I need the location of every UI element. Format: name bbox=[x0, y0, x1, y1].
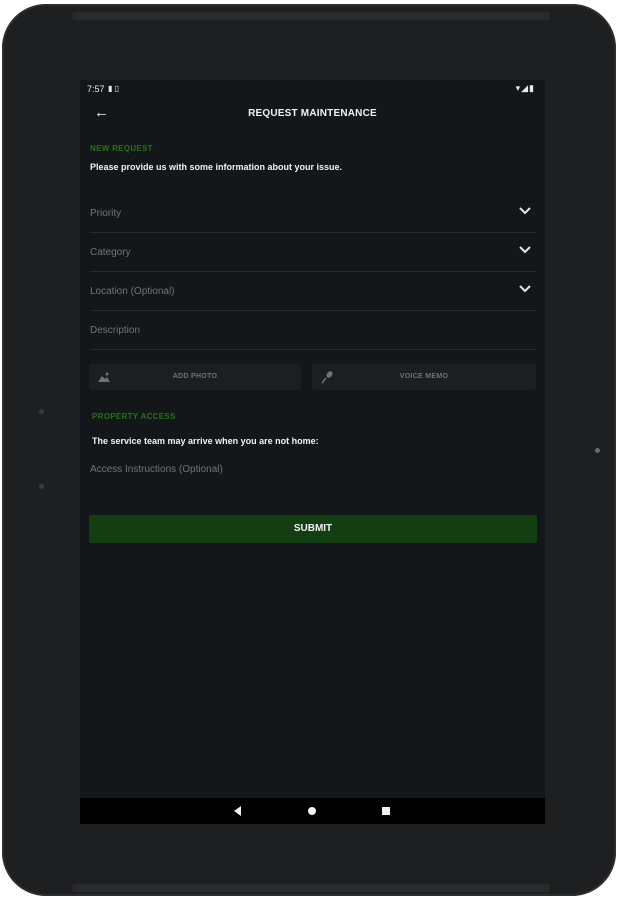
priority-dropdown[interactable]: Priority bbox=[90, 194, 536, 233]
system-nav-bar bbox=[80, 798, 545, 824]
status-bar: 7:57 ▮ ▯ ▾◢▮ bbox=[80, 80, 545, 98]
wifi-signal-battery-icon: ▾◢▮ bbox=[515, 83, 535, 93]
camera-icon bbox=[595, 448, 600, 453]
add-photo-label: ADD PHOTO bbox=[172, 373, 218, 380]
page-title: REQUEST MAINTENANCE bbox=[248, 108, 377, 119]
intro-text: Please provide us with some information … bbox=[90, 162, 343, 172]
property-access-section-label: PROPERTY ACCESS bbox=[92, 412, 176, 421]
add-photo-button[interactable]: ADD PHOTO bbox=[89, 364, 301, 390]
voice-memo-button[interactable]: VOICE MEMO bbox=[312, 364, 536, 390]
chevron-down-icon bbox=[519, 285, 531, 293]
side-sensor-icon bbox=[39, 484, 44, 489]
description-label: Description bbox=[90, 325, 141, 336]
side-sensor-icon bbox=[39, 409, 44, 414]
nav-home-icon[interactable] bbox=[308, 807, 316, 815]
category-label: Category bbox=[90, 247, 131, 258]
app-screen: 7:57 ▮ ▯ ▾◢▮ ← REQUEST MAINTENANCE NEW R… bbox=[80, 80, 545, 824]
nav-back-icon[interactable] bbox=[232, 805, 244, 817]
voice-memo-label: VOICE MEMO bbox=[399, 373, 449, 380]
new-request-section-label: NEW REQUEST bbox=[90, 144, 153, 153]
access-instructions-input[interactable]: Access Instructions (Optional) bbox=[90, 458, 536, 478]
tablet-frame: 7:57 ▮ ▯ ▾◢▮ ← REQUEST MAINTENANCE NEW R… bbox=[2, 4, 616, 896]
description-input[interactable]: Description bbox=[90, 311, 536, 350]
category-dropdown[interactable]: Category bbox=[90, 233, 536, 272]
status-time: 7:57 bbox=[87, 84, 105, 94]
location-dropdown[interactable]: Location (Optional) bbox=[90, 272, 536, 311]
chevron-down-icon bbox=[519, 207, 531, 215]
tablet-bottom-edge bbox=[72, 884, 550, 892]
access-instructions-label: Access Instructions (Optional) bbox=[90, 464, 223, 475]
location-label: Location (Optional) bbox=[90, 286, 175, 297]
priority-label: Priority bbox=[90, 208, 122, 219]
nav-recents-icon[interactable] bbox=[382, 807, 390, 815]
app-bar: ← REQUEST MAINTENANCE bbox=[80, 102, 545, 126]
notification-icons: ▮ ▯ bbox=[108, 84, 120, 93]
submit-button[interactable]: SUBMIT bbox=[89, 515, 537, 543]
access-notice-text: The service team may arrive when you are… bbox=[92, 436, 319, 446]
chevron-down-icon bbox=[519, 246, 531, 254]
tablet-top-edge bbox=[72, 12, 550, 20]
